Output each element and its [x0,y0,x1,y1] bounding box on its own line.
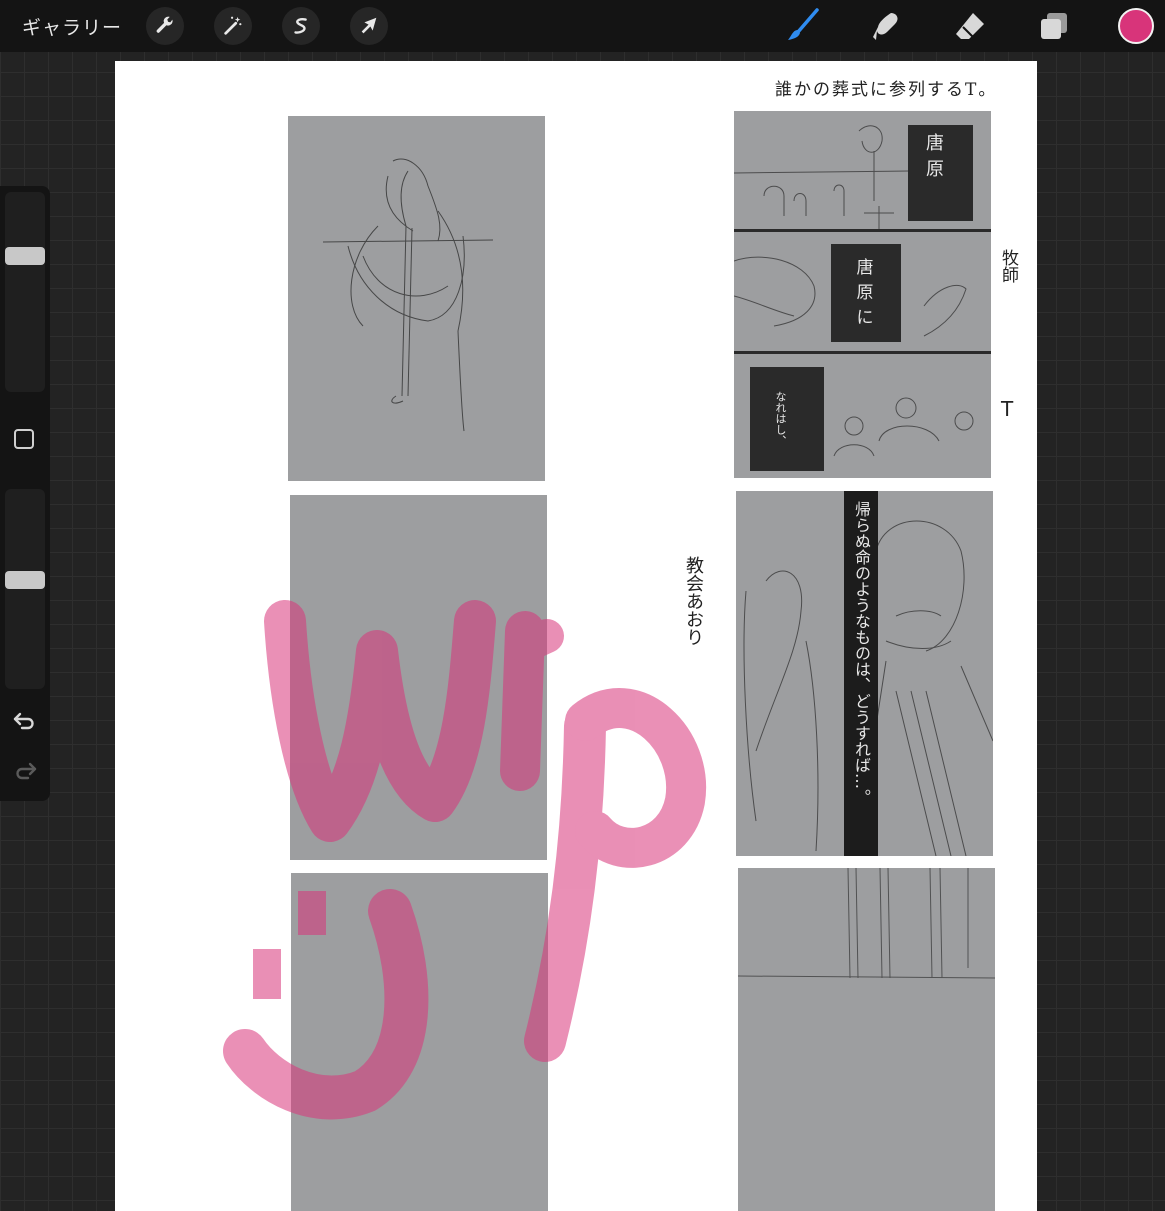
top-toolbar: ギャラリー [0,0,1165,52]
eraser-icon [956,13,984,39]
gallery-button[interactable]: ギャラリー [22,13,122,40]
panel-left-1 [288,116,545,481]
drawing-canvas[interactable]: 誰かの葬式に参列するT。 唐 原 唐 原 に なれはし、 牧師 T 教会あおり … [115,61,1037,1211]
adjustments-button[interactable] [214,7,253,45]
smudge-button[interactable] [866,6,906,46]
selection-button[interactable] [282,7,321,45]
selection-icon [294,17,307,34]
right-tools [738,0,1165,52]
brush-button[interactable] [782,6,822,46]
opacity-slider[interactable] [5,489,45,689]
opacity-thumb[interactable] [5,570,45,589]
canvas-caption: 誰かの葬式に参列するT。 [775,80,998,100]
annotation-pastor: 牧師 [998,249,1018,283]
figure-sketch [322,158,494,432]
bubble-1-char-2: 原 [926,159,944,180]
layers-button[interactable] [1034,6,1074,46]
eraser-button[interactable] [950,6,990,46]
panel-left-2 [290,495,547,860]
annotation-church-angle: 教会あおり [683,556,704,646]
layers-icon [1041,13,1067,39]
transform-button[interactable] [350,7,389,45]
panel-right-church [738,868,995,1211]
bubble-2-char-2: 原 [856,283,874,303]
speech-bubble-2: 唐 原 に [845,256,885,331]
speech-vertical: 帰らぬ命のようなものは、どうすれば…。 [852,501,871,805]
undo-icon[interactable] [12,710,38,732]
brush-size-slider[interactable] [5,192,45,392]
church-sketch [738,868,995,979]
bubble-2-char-3: に [856,308,874,328]
smudge-icon [873,13,898,40]
panel-left-3 [291,873,548,1211]
speech-bubble-3: なれはし、 [774,391,787,446]
bubble-1-char-1: 唐 [926,133,944,154]
brush-sidebar [0,186,50,801]
modify-square-icon[interactable] [14,429,34,449]
brush-icon [788,8,819,40]
redo-icon[interactable] [12,760,38,782]
actions-button[interactable] [146,7,185,45]
magic-wand-icon [224,16,242,35]
wrench-icon [156,16,173,33]
transform-arrow-icon [361,17,377,34]
color-picker-button[interactable] [1118,8,1154,44]
annotation-t: T [1001,397,1014,421]
bubble-2-char-1: 唐 [856,258,874,278]
brush-size-thumb[interactable] [5,246,45,265]
speech-bubble-1: 唐 原 [915,131,955,183]
